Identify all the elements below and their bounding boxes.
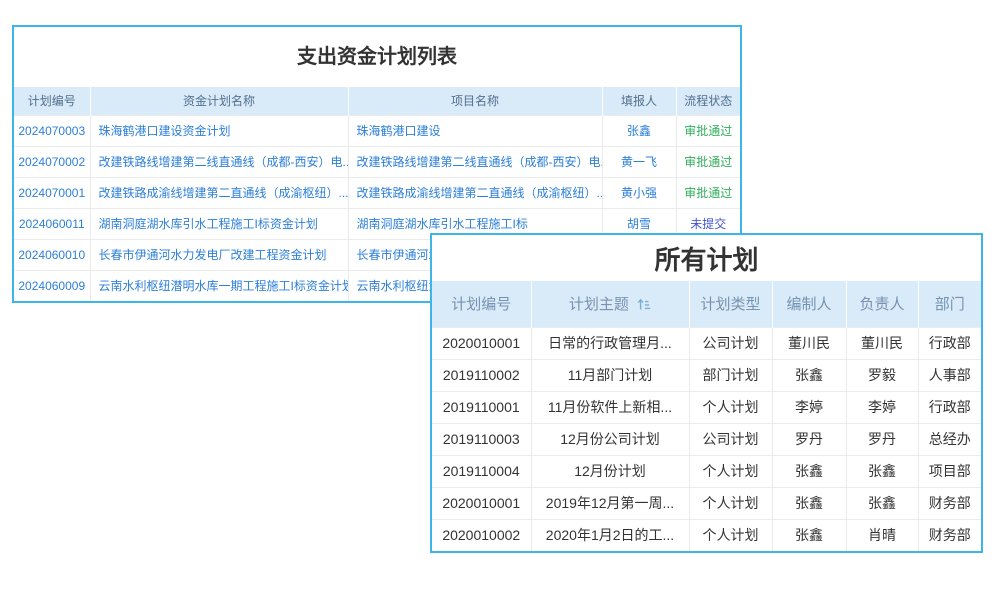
plan-id-link[interactable]: 2024070003 — [14, 115, 90, 146]
plan-dept-cell: 财务部 — [918, 487, 981, 519]
plans-topic-header-label: 计划主题 — [569, 296, 629, 313]
fund-col-header-plan-name: 资金计划名称 — [90, 87, 348, 115]
plan-topic-cell: 2020年1月2日的工... — [531, 519, 689, 551]
all-plans-title: 所有计划 — [432, 235, 981, 281]
table-row: 2019110003 12月份公司计划 公司计划 罗丹 罗丹 总经办 — [432, 423, 981, 455]
all-plans-table: 计划编号 计划主题 — [432, 281, 981, 551]
plan-topic-cell: 2019年12月第一周... — [531, 487, 689, 519]
sort-ascending-icon[interactable] — [637, 298, 651, 315]
plan-creator-cell: 李婷 — [772, 391, 846, 423]
plans-col-header-topic[interactable]: 计划主题 — [531, 281, 689, 327]
plan-id-link[interactable]: 2024070001 — [14, 177, 90, 208]
plan-id-link[interactable]: 2024060009 — [14, 270, 90, 301]
plan-id-cell: 2019110001 — [432, 391, 531, 423]
reporter-name: 张鑫 — [602, 115, 676, 146]
plan-creator-cell: 罗丹 — [772, 423, 846, 455]
plan-id-cell: 2020010001 — [432, 487, 531, 519]
plan-id-link[interactable]: 2024070002 — [14, 146, 90, 177]
all-plans-panel: 所有计划 计划编号 计划主题 — [430, 233, 983, 553]
fund-col-header-reporter: 填报人 — [602, 87, 676, 115]
plans-col-header-owner: 负责人 — [846, 281, 918, 327]
plan-dept-cell: 项目部 — [918, 455, 981, 487]
plans-col-header-dept: 部门 — [918, 281, 981, 327]
plan-dept-cell: 总经办 — [918, 423, 981, 455]
project-name-link[interactable]: 珠海鹤港口建设 — [348, 115, 602, 146]
plan-type-cell: 公司计划 — [689, 423, 772, 455]
status-badge: 审批通过 — [676, 177, 740, 208]
plan-type-cell: 部门计划 — [689, 359, 772, 391]
fund-col-header-project-name: 项目名称 — [348, 87, 602, 115]
plan-creator-cell: 张鑫 — [772, 359, 846, 391]
plan-topic-cell: 12月份计划 — [531, 455, 689, 487]
plan-topic-cell: 11月部门计划 — [531, 359, 689, 391]
table-row: 2020010001 2019年12月第一周... 个人计划 张鑫 张鑫 财务部 — [432, 487, 981, 519]
plan-owner-cell: 董川民 — [846, 327, 918, 359]
plan-creator-cell: 张鑫 — [772, 487, 846, 519]
plan-id-cell: 2020010001 — [432, 327, 531, 359]
plan-type-cell: 个人计划 — [689, 455, 772, 487]
plan-name-link[interactable]: 改建铁路成渝线增建第二直通线（成渝枢纽）... — [90, 177, 348, 208]
plan-name-link[interactable]: 珠海鹤港口建设资金计划 — [90, 115, 348, 146]
plan-type-cell: 个人计划 — [689, 519, 772, 551]
plan-id-cell: 2020010002 — [432, 519, 531, 551]
plan-id-cell: 2019110003 — [432, 423, 531, 455]
plans-col-header-type: 计划类型 — [689, 281, 772, 327]
reporter-name: 黄一飞 — [602, 146, 676, 177]
plan-owner-cell: 罗丹 — [846, 423, 918, 455]
table-row: 2024070003 珠海鹤港口建设资金计划 珠海鹤港口建设 张鑫 审批通过 — [14, 115, 740, 146]
plan-dept-cell: 行政部 — [918, 391, 981, 423]
plan-topic-cell: 日常的行政管理月... — [531, 327, 689, 359]
fund-table-header-row: 计划编号 资金计划名称 项目名称 填报人 流程状态 — [14, 87, 740, 115]
plans-table-header-row: 计划编号 计划主题 — [432, 281, 981, 327]
plan-creator-cell: 张鑫 — [772, 519, 846, 551]
plan-dept-cell: 财务部 — [918, 519, 981, 551]
table-row: 2019110002 11月部门计划 部门计划 张鑫 罗毅 人事部 — [432, 359, 981, 391]
plan-owner-cell: 张鑫 — [846, 487, 918, 519]
plan-topic-cell: 12月份公司计划 — [531, 423, 689, 455]
plan-name-link[interactable]: 改建铁路线增建第二线直通线（成都-西安）电... — [90, 146, 348, 177]
plan-dept-cell: 行政部 — [918, 327, 981, 359]
plan-owner-cell: 罗毅 — [846, 359, 918, 391]
plan-creator-cell: 董川民 — [772, 327, 846, 359]
plan-type-cell: 个人计划 — [689, 391, 772, 423]
plan-topic-cell: 11月份软件上新相... — [531, 391, 689, 423]
plan-id-link[interactable]: 2024060010 — [14, 239, 90, 270]
plan-type-cell: 公司计划 — [689, 327, 772, 359]
plan-name-link[interactable]: 云南水利枢纽潜明水库一期工程施工I标资金计划 — [90, 270, 348, 301]
plan-owner-cell: 肖晴 — [846, 519, 918, 551]
plan-name-link[interactable]: 长春市伊通河水力发电厂改建工程资金计划 — [90, 239, 348, 270]
fund-col-header-status: 流程状态 — [676, 87, 740, 115]
project-name-link[interactable]: 改建铁路线增建第二线直通线（成都-西安）电... — [348, 146, 602, 177]
table-row: 2019110001 11月份软件上新相... 个人计划 李婷 李婷 行政部 — [432, 391, 981, 423]
table-row: 2024070001 改建铁路成渝线增建第二直通线（成渝枢纽）... 改建铁路成… — [14, 177, 740, 208]
plan-dept-cell: 人事部 — [918, 359, 981, 391]
plan-type-cell: 个人计划 — [689, 487, 772, 519]
status-badge: 审批通过 — [676, 115, 740, 146]
plan-owner-cell: 张鑫 — [846, 455, 918, 487]
table-row: 2024070002 改建铁路线增建第二线直通线（成都-西安）电... 改建铁路… — [14, 146, 740, 177]
table-row: 2020010001 日常的行政管理月... 公司计划 董川民 董川民 行政部 — [432, 327, 981, 359]
plans-col-header-plan-id: 计划编号 — [432, 281, 531, 327]
plan-id-cell: 2019110002 — [432, 359, 531, 391]
plan-id-cell: 2019110004 — [432, 455, 531, 487]
fund-col-header-plan-id: 计划编号 — [14, 87, 90, 115]
plans-col-header-creator: 编制人 — [772, 281, 846, 327]
status-badge: 审批通过 — [676, 146, 740, 177]
project-name-link[interactable]: 改建铁路成渝线增建第二直通线（成渝枢纽）... — [348, 177, 602, 208]
table-row: 2019110004 12月份计划 个人计划 张鑫 张鑫 项目部 — [432, 455, 981, 487]
plan-owner-cell: 李婷 — [846, 391, 918, 423]
reporter-name: 黄小强 — [602, 177, 676, 208]
plan-id-link[interactable]: 2024060011 — [14, 208, 90, 239]
fund-plan-list-title: 支出资金计划列表 — [14, 27, 740, 87]
plan-name-link[interactable]: 湖南洞庭湖水库引水工程施工I标资金计划 — [90, 208, 348, 239]
table-row: 2020010002 2020年1月2日的工... 个人计划 张鑫 肖晴 财务部 — [432, 519, 981, 551]
plan-creator-cell: 张鑫 — [772, 455, 846, 487]
